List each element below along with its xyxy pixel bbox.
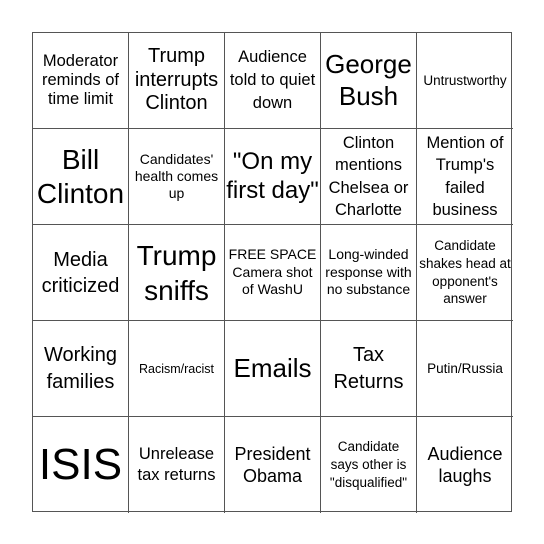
bingo-cell[interactable]: Racism/racist [129, 321, 225, 417]
bingo-cell[interactable]: Untrustworthy [417, 33, 513, 129]
bingo-cell[interactable]: ISIS [33, 417, 129, 513]
bingo-cell[interactable]: Audience told to quiet down [225, 33, 321, 129]
bingo-cell[interactable]: "On my first day" [225, 129, 321, 225]
bingo-cell[interactable]: Bill Clinton [33, 129, 129, 225]
free-space-cell[interactable]: FREE SPACE Camera shot of WashU [225, 225, 321, 321]
bingo-cell[interactable]: Moderator reminds of time limit [33, 33, 129, 129]
bingo-cell[interactable]: George Bush [321, 33, 417, 129]
bingo-cell[interactable]: Media criticized [33, 225, 129, 321]
bingo-cell[interactable]: Audience laughs [417, 417, 513, 513]
bingo-board: Moderator reminds of time limit Trump in… [32, 32, 513, 513]
bingo-cell[interactable]: Candidate says other is "disqualified" [321, 417, 417, 513]
bingo-cell[interactable]: Candidate shakes head at opponent's answ… [417, 225, 513, 321]
bingo-cell[interactable]: Unrelease tax returns [129, 417, 225, 513]
bingo-cell[interactable]: Candidates' health comes up [129, 129, 225, 225]
bingo-cell[interactable]: Clinton mentions Chelsea or Charlotte [321, 129, 417, 225]
bingo-cell[interactable]: Putin/Russia [417, 321, 513, 417]
bingo-cell[interactable]: Emails [225, 321, 321, 417]
bingo-cell[interactable]: Trump sniffs [129, 225, 225, 321]
bingo-cell[interactable]: Long-winded response with no substance [321, 225, 417, 321]
bingo-cell[interactable]: Working families [33, 321, 129, 417]
bingo-cell[interactable]: Trump interrupts Clinton [129, 33, 225, 129]
bingo-cell[interactable]: Mention of Trump's failed business [417, 129, 513, 225]
bingo-cell[interactable]: President Obama [225, 417, 321, 513]
bingo-cell[interactable]: Tax Returns [321, 321, 417, 417]
